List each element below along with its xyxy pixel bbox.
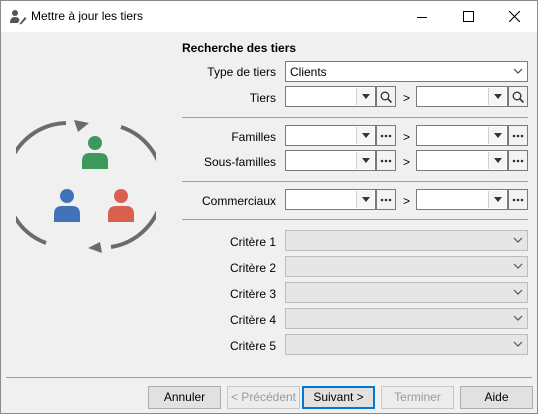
triangle-down-icon	[361, 158, 370, 163]
triangle-down-icon	[361, 94, 370, 99]
sous-familles-from-combo[interactable]	[285, 150, 376, 171]
critere-2-select[interactable]	[285, 256, 528, 277]
triangle-down-icon	[493, 133, 502, 138]
familles-label: Familles	[231, 130, 276, 144]
cancel-button[interactable]: Annuler	[148, 386, 221, 409]
critere-4-label: Critère 4	[229, 313, 276, 327]
maximize-icon	[462, 11, 474, 22]
section-title: Recherche des tiers	[182, 41, 297, 55]
commerciaux-from-dropdown[interactable]	[356, 191, 374, 208]
sous-familles-to-browse-button[interactable]	[508, 150, 528, 171]
next-button[interactable]: Suivant >	[302, 386, 375, 409]
separator	[182, 219, 528, 220]
arrowhead-top	[74, 120, 89, 132]
type-tiers-select[interactable]: Clients	[285, 61, 528, 82]
chevron-down-icon	[513, 289, 523, 295]
ellipsis-icon	[380, 159, 392, 162]
familles-from-browse-button[interactable]	[376, 125, 396, 146]
tiers-label: Tiers	[249, 91, 276, 105]
critere-2-label: Critère 2	[229, 261, 276, 275]
footer-separator	[6, 377, 532, 378]
close-button[interactable]	[491, 1, 537, 32]
sous-familles-label: Sous-familles	[203, 155, 276, 169]
type-tiers-label: Type de tiers	[207, 65, 276, 79]
search-icon	[512, 91, 524, 103]
cycle-arrow-left	[16, 121, 67, 245]
person-blue-icon	[54, 189, 80, 222]
help-button[interactable]: Aide	[460, 386, 533, 409]
close-icon	[508, 11, 520, 22]
ellipsis-icon	[380, 134, 392, 137]
ellipsis-icon	[512, 198, 524, 201]
triangle-down-icon	[493, 94, 502, 99]
tiers-range-separator: >	[403, 91, 411, 105]
familles-to-browse-button[interactable]	[508, 125, 528, 146]
chevron-down-icon	[513, 237, 523, 243]
chevron-down-icon	[513, 263, 523, 269]
previous-button[interactable]: < Précédent	[227, 386, 300, 409]
commerciaux-to-browse-button[interactable]	[508, 189, 528, 210]
triangle-down-icon	[361, 197, 370, 202]
finish-button[interactable]: Terminer	[381, 386, 454, 409]
critere-5-select[interactable]	[285, 334, 528, 355]
critere-4-select[interactable]	[285, 308, 528, 329]
sous-familles-to-combo[interactable]	[416, 150, 508, 171]
cycle-arrow-right	[110, 125, 156, 249]
person-red-icon	[108, 189, 134, 222]
tiers-to-combo[interactable]	[416, 86, 508, 107]
separator	[182, 117, 528, 118]
triangle-down-icon	[361, 133, 370, 138]
chevron-down-icon	[513, 315, 523, 321]
user-edit-icon	[10, 10, 27, 25]
critere-3-select[interactable]	[285, 282, 528, 303]
familles-from-combo[interactable]	[285, 125, 376, 146]
tiers-from-search-button[interactable]	[376, 86, 396, 107]
triangle-down-icon	[493, 158, 502, 163]
ellipsis-icon	[512, 159, 524, 162]
tiers-to-search-button[interactable]	[508, 86, 528, 107]
wizard-window: Mettre à jour les tiers Recherche des ti…	[0, 0, 538, 414]
title-bar: Mettre à jour les tiers	[1, 1, 537, 32]
commerciaux-to-combo[interactable]	[416, 189, 508, 210]
commerciaux-to-dropdown[interactable]	[488, 191, 506, 208]
arrowhead-bottom	[88, 242, 102, 253]
sous-familles-range-separator: >	[403, 155, 411, 169]
chevron-down-icon	[513, 68, 523, 74]
commerciaux-from-combo[interactable]	[285, 189, 376, 210]
critere-1-select[interactable]	[285, 230, 528, 251]
sous-familles-from-dropdown[interactable]	[356, 152, 374, 169]
tiers-to-dropdown[interactable]	[488, 88, 506, 105]
triangle-down-icon	[493, 197, 502, 202]
tiers-from-combo[interactable]	[285, 86, 376, 107]
minimize-button[interactable]	[399, 1, 445, 32]
critere-1-label: Critère 1	[229, 235, 276, 249]
familles-from-dropdown[interactable]	[356, 127, 374, 144]
search-icon	[380, 91, 392, 103]
critere-3-label: Critère 3	[229, 287, 276, 301]
ellipsis-icon	[380, 198, 392, 201]
maximize-button[interactable]	[445, 1, 491, 32]
sous-familles-to-dropdown[interactable]	[488, 152, 506, 169]
familles-range-separator: >	[403, 130, 411, 144]
tiers-from-dropdown[interactable]	[356, 88, 374, 105]
tiers-cycle-illustration	[16, 120, 156, 253]
type-tiers-value: Clients	[290, 65, 327, 79]
commerciaux-label: Commerciaux	[201, 194, 276, 208]
commerciaux-from-browse-button[interactable]	[376, 189, 396, 210]
sous-familles-from-browse-button[interactable]	[376, 150, 396, 171]
person-green-icon	[82, 136, 108, 169]
window-title: Mettre à jour les tiers	[31, 9, 144, 23]
chevron-down-icon	[513, 341, 523, 347]
separator	[182, 181, 528, 182]
minimize-icon	[417, 16, 427, 18]
familles-to-combo[interactable]	[416, 125, 508, 146]
critere-5-label: Critère 5	[229, 339, 276, 353]
familles-to-dropdown[interactable]	[488, 127, 506, 144]
commerciaux-range-separator: >	[403, 194, 411, 208]
ellipsis-icon	[512, 134, 524, 137]
